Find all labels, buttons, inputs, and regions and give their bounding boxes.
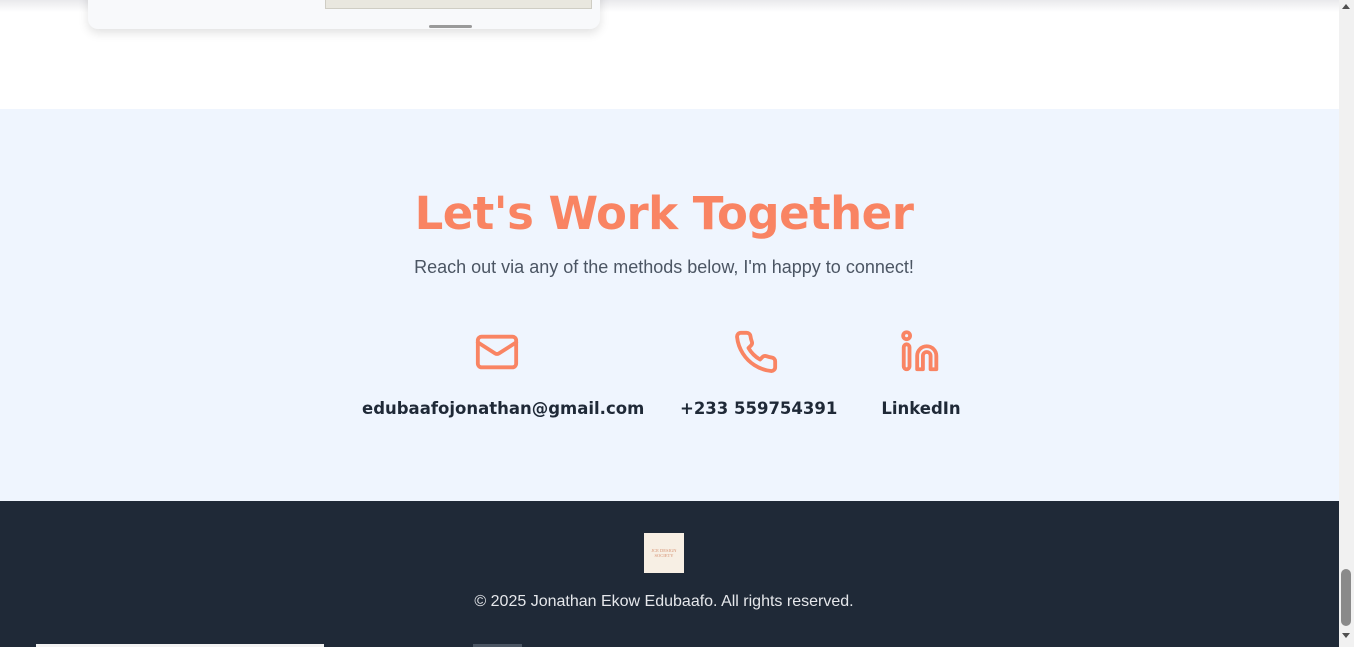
footer-logo[interactable]: JCE DESIGN SOCIETY bbox=[644, 533, 684, 573]
scroll-down-arrow-icon[interactable] bbox=[1342, 633, 1350, 638]
linkedin-label: LinkedIn bbox=[881, 399, 961, 418]
footer: JCE DESIGN SOCIETY © 2025 Jonathan Ekow … bbox=[0, 501, 1339, 647]
scroll-up-arrow-icon[interactable] bbox=[1342, 4, 1350, 9]
page: Let's Work Together Reach out via any of… bbox=[0, 0, 1354, 647]
email-label: edubaafojonathan@gmail.com bbox=[362, 399, 645, 418]
carousel-indicator[interactable] bbox=[429, 25, 472, 28]
contact-title: Let's Work Together bbox=[414, 187, 914, 240]
scrollbar-thumb[interactable] bbox=[1341, 569, 1351, 626]
phone-icon bbox=[735, 330, 778, 373]
copyright-text: © 2025 Jonathan Ekow Edubaafo. All right… bbox=[474, 593, 854, 610]
page-scrollbar[interactable] bbox=[1339, 0, 1354, 647]
phone-label: +233 559754391 bbox=[680, 399, 838, 418]
project-card[interactable] bbox=[88, 0, 600, 29]
project-card-image bbox=[325, 0, 592, 9]
phone-link[interactable]: +233 559754391 bbox=[680, 329, 838, 418]
projects-section-bottom bbox=[0, 0, 1339, 109]
email-link[interactable]: edubaafojonathan@gmail.com bbox=[362, 329, 645, 418]
mail-icon bbox=[475, 334, 519, 370]
logo-text: JCE DESIGN SOCIETY bbox=[651, 547, 677, 558]
contact-subtitle: Reach out via any of the methods below, … bbox=[414, 257, 914, 277]
linkedin-link[interactable]: LinkedIn bbox=[878, 329, 964, 418]
contact-section: Let's Work Together Reach out via any of… bbox=[0, 109, 1339, 501]
linkedin-icon bbox=[901, 330, 939, 372]
